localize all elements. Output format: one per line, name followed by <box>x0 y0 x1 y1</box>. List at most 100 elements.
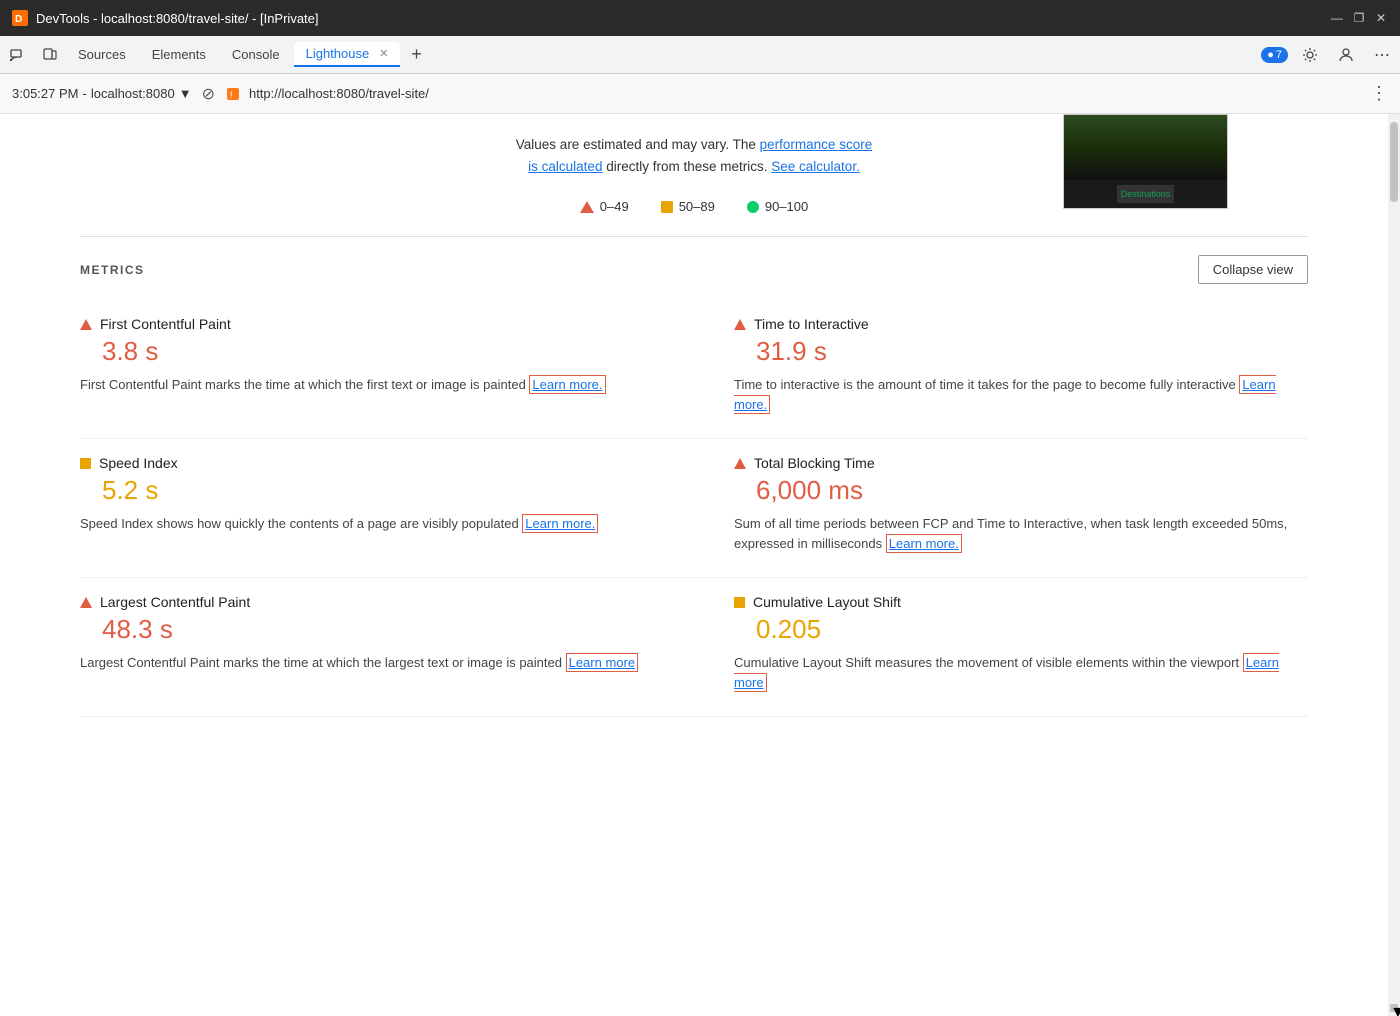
orange-range: 50–89 <box>679 199 715 214</box>
tbt-value: 6,000 ms <box>756 475 1308 506</box>
tab-sources[interactable]: Sources <box>66 43 138 66</box>
scrollbar[interactable]: ▼ <box>1388 114 1400 1016</box>
si-desc: Speed Index shows how quickly the conten… <box>80 514 654 534</box>
notifications-badge[interactable]: ● 7 <box>1261 47 1288 63</box>
user-icon[interactable] <box>1332 41 1360 69</box>
fcp-status-icon <box>80 319 92 330</box>
lcp-status-icon <box>80 597 92 608</box>
more-options-icon[interactable]: ⋮ <box>1370 83 1388 104</box>
tti-desc-text: Time to interactive is the amount of tim… <box>734 377 1236 392</box>
dropdown-icon[interactable]: ▼ <box>179 86 192 101</box>
metric-fcp-header: First Contentful Paint <box>80 316 654 332</box>
screenshot-thumbnail: Destinations Our best destination guides… <box>1063 114 1228 209</box>
url-bar[interactable]: ! http://localhost:8080/travel-site/ <box>225 86 1360 102</box>
legend-red: 0–49 <box>580 199 629 214</box>
timestamp: 3:05:27 PM - localhost:8080 ▼ <box>12 86 192 101</box>
metric-tbt-header: Total Blocking Time <box>734 455 1308 471</box>
tab-bar-right: ● 7 ⋯ <box>1261 41 1396 69</box>
more-icon[interactable]: ⋯ <box>1368 41 1396 69</box>
collapse-view-button[interactable]: Collapse view <box>1198 255 1308 284</box>
fcp-learn-more[interactable]: Learn more. <box>529 375 605 394</box>
metric-tbt: Total Blocking Time 6,000 ms Sum of all … <box>694 439 1308 578</box>
tab-lighthouse-label: Lighthouse <box>306 46 370 61</box>
notifications-icon: ● <box>1267 49 1274 61</box>
title-bar-controls: — ❐ ✕ <box>1330 11 1388 25</box>
cls-status-icon <box>734 597 745 608</box>
top-info: Values are estimated and may vary. The p… <box>80 114 1308 187</box>
tab-lighthouse[interactable]: Lighthouse ✕ <box>294 42 401 67</box>
legend-orange: 50–89 <box>661 199 715 214</box>
time-text: 3:05:27 PM <box>12 86 79 101</box>
tab-bar: Sources Elements Console Lighthouse ✕ + … <box>0 36 1400 74</box>
settings-icon[interactable] <box>1296 41 1324 69</box>
red-triangle-icon <box>580 201 594 213</box>
metric-cls: Cumulative Layout Shift 0.205 Cumulative… <box>694 578 1308 717</box>
maximize-button[interactable]: ❐ <box>1352 11 1366 25</box>
lcp-learn-more[interactable]: Learn more <box>566 653 638 672</box>
fcp-desc-text: First Contentful Paint marks the time at… <box>80 377 526 392</box>
title-bar: D DevTools - localhost:8080/travel-site/… <box>0 0 1400 36</box>
performance-score-link[interactable]: performance score <box>760 137 873 152</box>
svg-text:D: D <box>15 14 22 25</box>
fcp-name: First Contentful Paint <box>100 316 231 332</box>
tbt-status-icon <box>734 458 746 469</box>
tab-sources-label: Sources <box>78 47 126 62</box>
tab-console-label: Console <box>232 47 280 62</box>
is-calculated-link[interactable]: is calculated <box>528 159 602 174</box>
see-calculator-link[interactable]: See calculator. <box>771 159 860 174</box>
metric-lcp: Largest Contentful Paint 48.3 s Largest … <box>80 578 694 717</box>
si-status-icon <box>80 458 91 469</box>
tbt-desc: Sum of all time periods between FCP and … <box>734 514 1308 553</box>
green-circle-icon <box>747 201 759 213</box>
tab-elements[interactable]: Elements <box>140 43 218 66</box>
red-range: 0–49 <box>600 199 629 214</box>
tti-status-icon <box>734 319 746 330</box>
scrollbar-thumb[interactable] <box>1390 122 1398 202</box>
si-learn-more[interactable]: Learn more. <box>522 514 598 533</box>
title-bar-text: DevTools - localhost:8080/travel-site/ -… <box>36 11 319 26</box>
tab-bar-icons <box>4 41 64 69</box>
devtools-icon: D <box>12 10 28 26</box>
lcp-desc-text: Largest Contentful Paint marks the time … <box>80 655 562 670</box>
add-tab-button[interactable]: + <box>402 41 430 69</box>
metric-tti-header: Time to Interactive <box>734 316 1308 332</box>
tab-close-icon[interactable]: ✕ <box>379 47 388 60</box>
lcp-name: Largest Contentful Paint <box>100 594 250 610</box>
tbt-desc-text: Sum of all time periods between FCP and … <box>734 516 1287 551</box>
metric-tti: Time to Interactive 31.9 s Time to inter… <box>694 300 1308 439</box>
address-bar: 3:05:27 PM - localhost:8080 ▼ ⊘ ! http:/… <box>0 74 1400 114</box>
tab-console[interactable]: Console <box>220 43 292 66</box>
cls-value: 0.205 <box>756 614 1308 645</box>
scrollbar-bottom-arrow[interactable]: ▼ <box>1390 1004 1398 1012</box>
info-text-1: Values are estimated and may vary. The <box>516 137 760 152</box>
screenshot-label: Destinations <box>1117 185 1175 203</box>
legend-green: 90–100 <box>747 199 808 214</box>
url-text: http://localhost:8080/travel-site/ <box>249 86 429 101</box>
cls-name: Cumulative Layout Shift <box>753 594 901 610</box>
lcp-desc: Largest Contentful Paint marks the time … <box>80 653 654 673</box>
cls-desc: Cumulative Layout Shift measures the mov… <box>734 653 1308 692</box>
title-bar-left: D DevTools - localhost:8080/travel-site/… <box>12 10 319 26</box>
tbt-learn-more[interactable]: Learn more. <box>886 534 962 553</box>
si-name: Speed Index <box>99 455 178 471</box>
metric-si-header: Speed Index <box>80 455 654 471</box>
tti-desc: Time to interactive is the amount of tim… <box>734 375 1308 414</box>
metric-si: Speed Index 5.2 s Speed Index shows how … <box>80 439 694 578</box>
close-button[interactable]: ✕ <box>1374 11 1388 25</box>
screenshot-image <box>1064 115 1227 180</box>
info-text-2: directly from these metrics. <box>606 159 771 174</box>
main-content: Values are estimated and may vary. The p… <box>0 114 1388 1016</box>
metrics-section-label: METRICS <box>80 263 145 277</box>
minimize-button[interactable]: — <box>1330 11 1344 25</box>
fcp-value: 3.8 s <box>102 336 654 367</box>
separator: - <box>83 86 87 101</box>
metric-lcp-header: Largest Contentful Paint <box>80 594 654 610</box>
metrics-header: METRICS Collapse view <box>80 237 1308 300</box>
metrics-grid: First Contentful Paint 3.8 s First Conte… <box>80 300 1308 717</box>
host-text: localhost:8080 <box>91 86 175 101</box>
green-range: 90–100 <box>765 199 808 214</box>
stop-icon[interactable]: ⊘ <box>202 84 215 104</box>
device-icon[interactable] <box>36 41 64 69</box>
content-area: Values are estimated and may vary. The p… <box>0 114 1400 1016</box>
cast-icon[interactable] <box>4 41 32 69</box>
